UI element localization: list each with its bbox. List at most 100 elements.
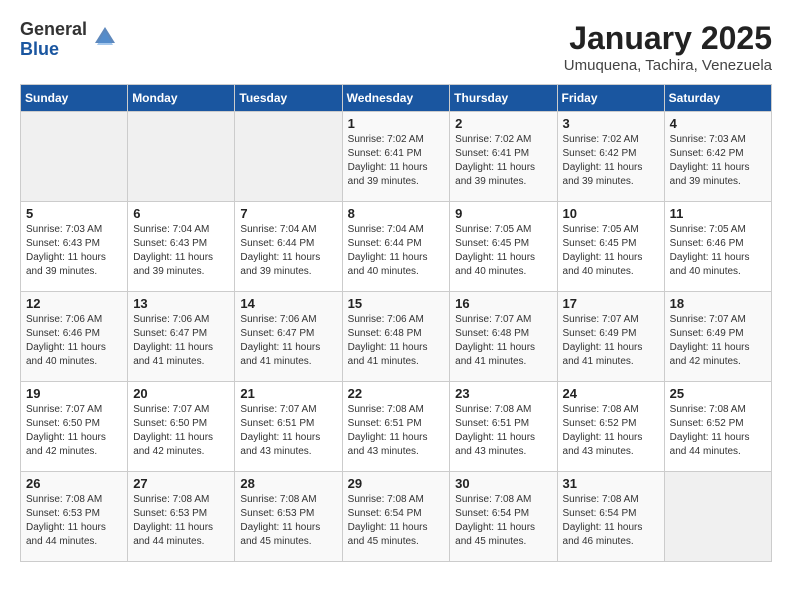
day-number: 20 [133, 386, 229, 401]
calendar-cell: 5 Sunrise: 7:03 AMSunset: 6:43 PMDaylight… [21, 202, 128, 292]
logo-general: General [20, 20, 87, 40]
day-info: Sunrise: 7:07 AMSunset: 6:49 PMDaylight:… [670, 313, 766, 369]
calendar-cell: 20 Sunrise: 7:07 AMSunset: 6:50 PMDayligh… [128, 382, 235, 472]
day-number: 24 [563, 386, 659, 401]
weekday-header: Sunday [21, 85, 128, 112]
calendar-cell: 25 Sunrise: 7:08 AMSunset: 6:52 PMDayligh… [664, 382, 771, 472]
calendar-cell: 15Sunrise: 7:06 AMSunset: 6:48 PMDayligh… [342, 292, 450, 382]
weekday-header: Friday [557, 85, 664, 112]
location: Umuquena, Tachira, Venezuela [564, 57, 772, 74]
day-info: Sunrise: 7:03 AMSunset: 6:43 PMDaylight:… [26, 223, 122, 279]
day-info: Sunrise: 7:07 AMSunset: 6:51 PMDaylight:… [240, 403, 336, 459]
calendar-week-row: 1 Sunrise: 7:02 AMSunset: 6:41 PMDaylight… [21, 112, 772, 202]
day-number: 25 [670, 386, 766, 401]
calendar-cell: 18 Sunrise: 7:07 AMSunset: 6:49 PMDayligh… [664, 292, 771, 382]
day-info: Sunrise: 7:08 AMSunset: 6:53 PMDaylight:… [26, 493, 122, 549]
logo-blue: Blue [20, 40, 87, 60]
day-info: Sunrise: 7:06 AMSunset: 6:47 PMDaylight:… [133, 313, 229, 369]
calendar-week-row: 12 Sunrise: 7:06 AMSunset: 6:46 PMDayligh… [21, 292, 772, 382]
day-info: Sunrise: 7:04 AMSunset: 6:44 PMDaylight:… [240, 223, 336, 279]
calendar-cell: 16Sunrise: 7:07 AMSunset: 6:48 PMDayligh… [450, 292, 557, 382]
month-title: January 2025 [564, 20, 772, 57]
calendar-cell: 30 Sunrise: 7:08 AMSunset: 6:54 PMDayligh… [450, 472, 557, 562]
day-number: 12 [26, 296, 122, 311]
day-info: Sunrise: 7:08 AMSunset: 6:51 PMDaylight:… [348, 403, 445, 459]
page-header: General Blue January 2025 Umuquena, Tach… [20, 20, 772, 74]
logo-icon [91, 23, 119, 56]
day-number: 7 [240, 206, 336, 221]
day-number: 5 [26, 206, 122, 221]
weekday-header-row: SundayMondayTuesdayWednesdayThursdayFrid… [21, 85, 772, 112]
day-info: Sunrise: 7:08 AMSunset: 6:51 PMDaylight:… [455, 403, 551, 459]
calendar-cell: 27 Sunrise: 7:08 AMSunset: 6:53 PMDayligh… [128, 472, 235, 562]
day-info: Sunrise: 7:07 AMSunset: 6:48 PMDaylight:… [455, 313, 551, 369]
day-number: 31 [563, 476, 659, 491]
calendar-cell: 14Sunrise: 7:06 AMSunset: 6:47 PMDayligh… [235, 292, 342, 382]
day-info: Sunrise: 7:05 AMSunset: 6:46 PMDaylight:… [670, 223, 766, 279]
day-number: 28 [240, 476, 336, 491]
day-number: 13 [133, 296, 229, 311]
day-number: 2 [455, 116, 551, 131]
day-number: 29 [348, 476, 445, 491]
day-info: Sunrise: 7:08 AMSunset: 6:53 PMDaylight:… [240, 493, 336, 549]
calendar-cell: 17 Sunrise: 7:07 AMSunset: 6:49 PMDayligh… [557, 292, 664, 382]
day-info: Sunrise: 7:05 AMSunset: 6:45 PMDaylight:… [455, 223, 551, 279]
weekday-header: Wednesday [342, 85, 450, 112]
weekday-header: Saturday [664, 85, 771, 112]
day-number: 1 [348, 116, 445, 131]
day-info: Sunrise: 7:04 AMSunset: 6:43 PMDaylight:… [133, 223, 229, 279]
day-info: Sunrise: 7:06 AMSunset: 6:46 PMDaylight:… [26, 313, 122, 369]
day-number: 27 [133, 476, 229, 491]
calendar-cell: 3 Sunrise: 7:02 AMSunset: 6:42 PMDaylight… [557, 112, 664, 202]
day-number: 18 [670, 296, 766, 311]
calendar-cell: 7 Sunrise: 7:04 AMSunset: 6:44 PMDaylight… [235, 202, 342, 292]
calendar-table: SundayMondayTuesdayWednesdayThursdayFrid… [20, 84, 772, 562]
weekday-header: Tuesday [235, 85, 342, 112]
day-info: Sunrise: 7:04 AMSunset: 6:44 PMDaylight:… [348, 223, 445, 279]
calendar-cell: 26 Sunrise: 7:08 AMSunset: 6:53 PMDayligh… [21, 472, 128, 562]
day-info: Sunrise: 7:08 AMSunset: 6:54 PMDaylight:… [563, 493, 659, 549]
day-number: 26 [26, 476, 122, 491]
calendar-cell: 24 Sunrise: 7:08 AMSunset: 6:52 PMDayligh… [557, 382, 664, 472]
day-info: Sunrise: 7:08 AMSunset: 6:52 PMDaylight:… [563, 403, 659, 459]
day-info: Sunrise: 7:03 AMSunset: 6:42 PMDaylight:… [670, 133, 766, 189]
day-number: 10 [563, 206, 659, 221]
calendar-cell: 13 Sunrise: 7:06 AMSunset: 6:47 PMDayligh… [128, 292, 235, 382]
day-number: 23 [455, 386, 551, 401]
calendar-cell: 31 Sunrise: 7:08 AMSunset: 6:54 PMDayligh… [557, 472, 664, 562]
calendar-cell [664, 472, 771, 562]
day-number: 9 [455, 206, 551, 221]
day-info: Sunrise: 7:07 AMSunset: 6:50 PMDaylight:… [133, 403, 229, 459]
calendar-cell: 29 Sunrise: 7:08 AMSunset: 6:54 PMDayligh… [342, 472, 450, 562]
day-number: 3 [563, 116, 659, 131]
calendar-cell: 10 Sunrise: 7:05 AMSunset: 6:45 PMDayligh… [557, 202, 664, 292]
day-info: Sunrise: 7:07 AMSunset: 6:49 PMDaylight:… [563, 313, 659, 369]
calendar-cell: 21 Sunrise: 7:07 AMSunset: 6:51 PMDayligh… [235, 382, 342, 472]
day-number: 22 [348, 386, 445, 401]
calendar-cell: 28 Sunrise: 7:08 AMSunset: 6:53 PMDayligh… [235, 472, 342, 562]
day-info: Sunrise: 7:08 AMSunset: 6:54 PMDaylight:… [348, 493, 445, 549]
day-number: 30 [455, 476, 551, 491]
calendar-cell: 6Sunrise: 7:04 AMSunset: 6:43 PMDaylight… [128, 202, 235, 292]
day-number: 11 [670, 206, 766, 221]
calendar-cell: 9 Sunrise: 7:05 AMSunset: 6:45 PMDaylight… [450, 202, 557, 292]
day-info: Sunrise: 7:06 AMSunset: 6:47 PMDaylight:… [240, 313, 336, 369]
day-info: Sunrise: 7:08 AMSunset: 6:54 PMDaylight:… [455, 493, 551, 549]
day-info: Sunrise: 7:02 AMSunset: 6:41 PMDaylight:… [455, 133, 551, 189]
day-number: 4 [670, 116, 766, 131]
day-number: 17 [563, 296, 659, 311]
day-info: Sunrise: 7:05 AMSunset: 6:45 PMDaylight:… [563, 223, 659, 279]
calendar-week-row: 5 Sunrise: 7:03 AMSunset: 6:43 PMDaylight… [21, 202, 772, 292]
day-info: Sunrise: 7:08 AMSunset: 6:52 PMDaylight:… [670, 403, 766, 459]
calendar-week-row: 26 Sunrise: 7:08 AMSunset: 6:53 PMDayligh… [21, 472, 772, 562]
calendar-cell [128, 112, 235, 202]
day-number: 8 [348, 206, 445, 221]
day-info: Sunrise: 7:08 AMSunset: 6:53 PMDaylight:… [133, 493, 229, 549]
calendar-cell: 12 Sunrise: 7:06 AMSunset: 6:46 PMDayligh… [21, 292, 128, 382]
day-info: Sunrise: 7:06 AMSunset: 6:48 PMDaylight:… [348, 313, 445, 369]
calendar-cell: 4 Sunrise: 7:03 AMSunset: 6:42 PMDaylight… [664, 112, 771, 202]
day-info: Sunrise: 7:02 AMSunset: 6:42 PMDaylight:… [563, 133, 659, 189]
logo: General Blue [20, 20, 119, 60]
day-number: 21 [240, 386, 336, 401]
day-info: Sunrise: 7:02 AMSunset: 6:41 PMDaylight:… [348, 133, 445, 189]
